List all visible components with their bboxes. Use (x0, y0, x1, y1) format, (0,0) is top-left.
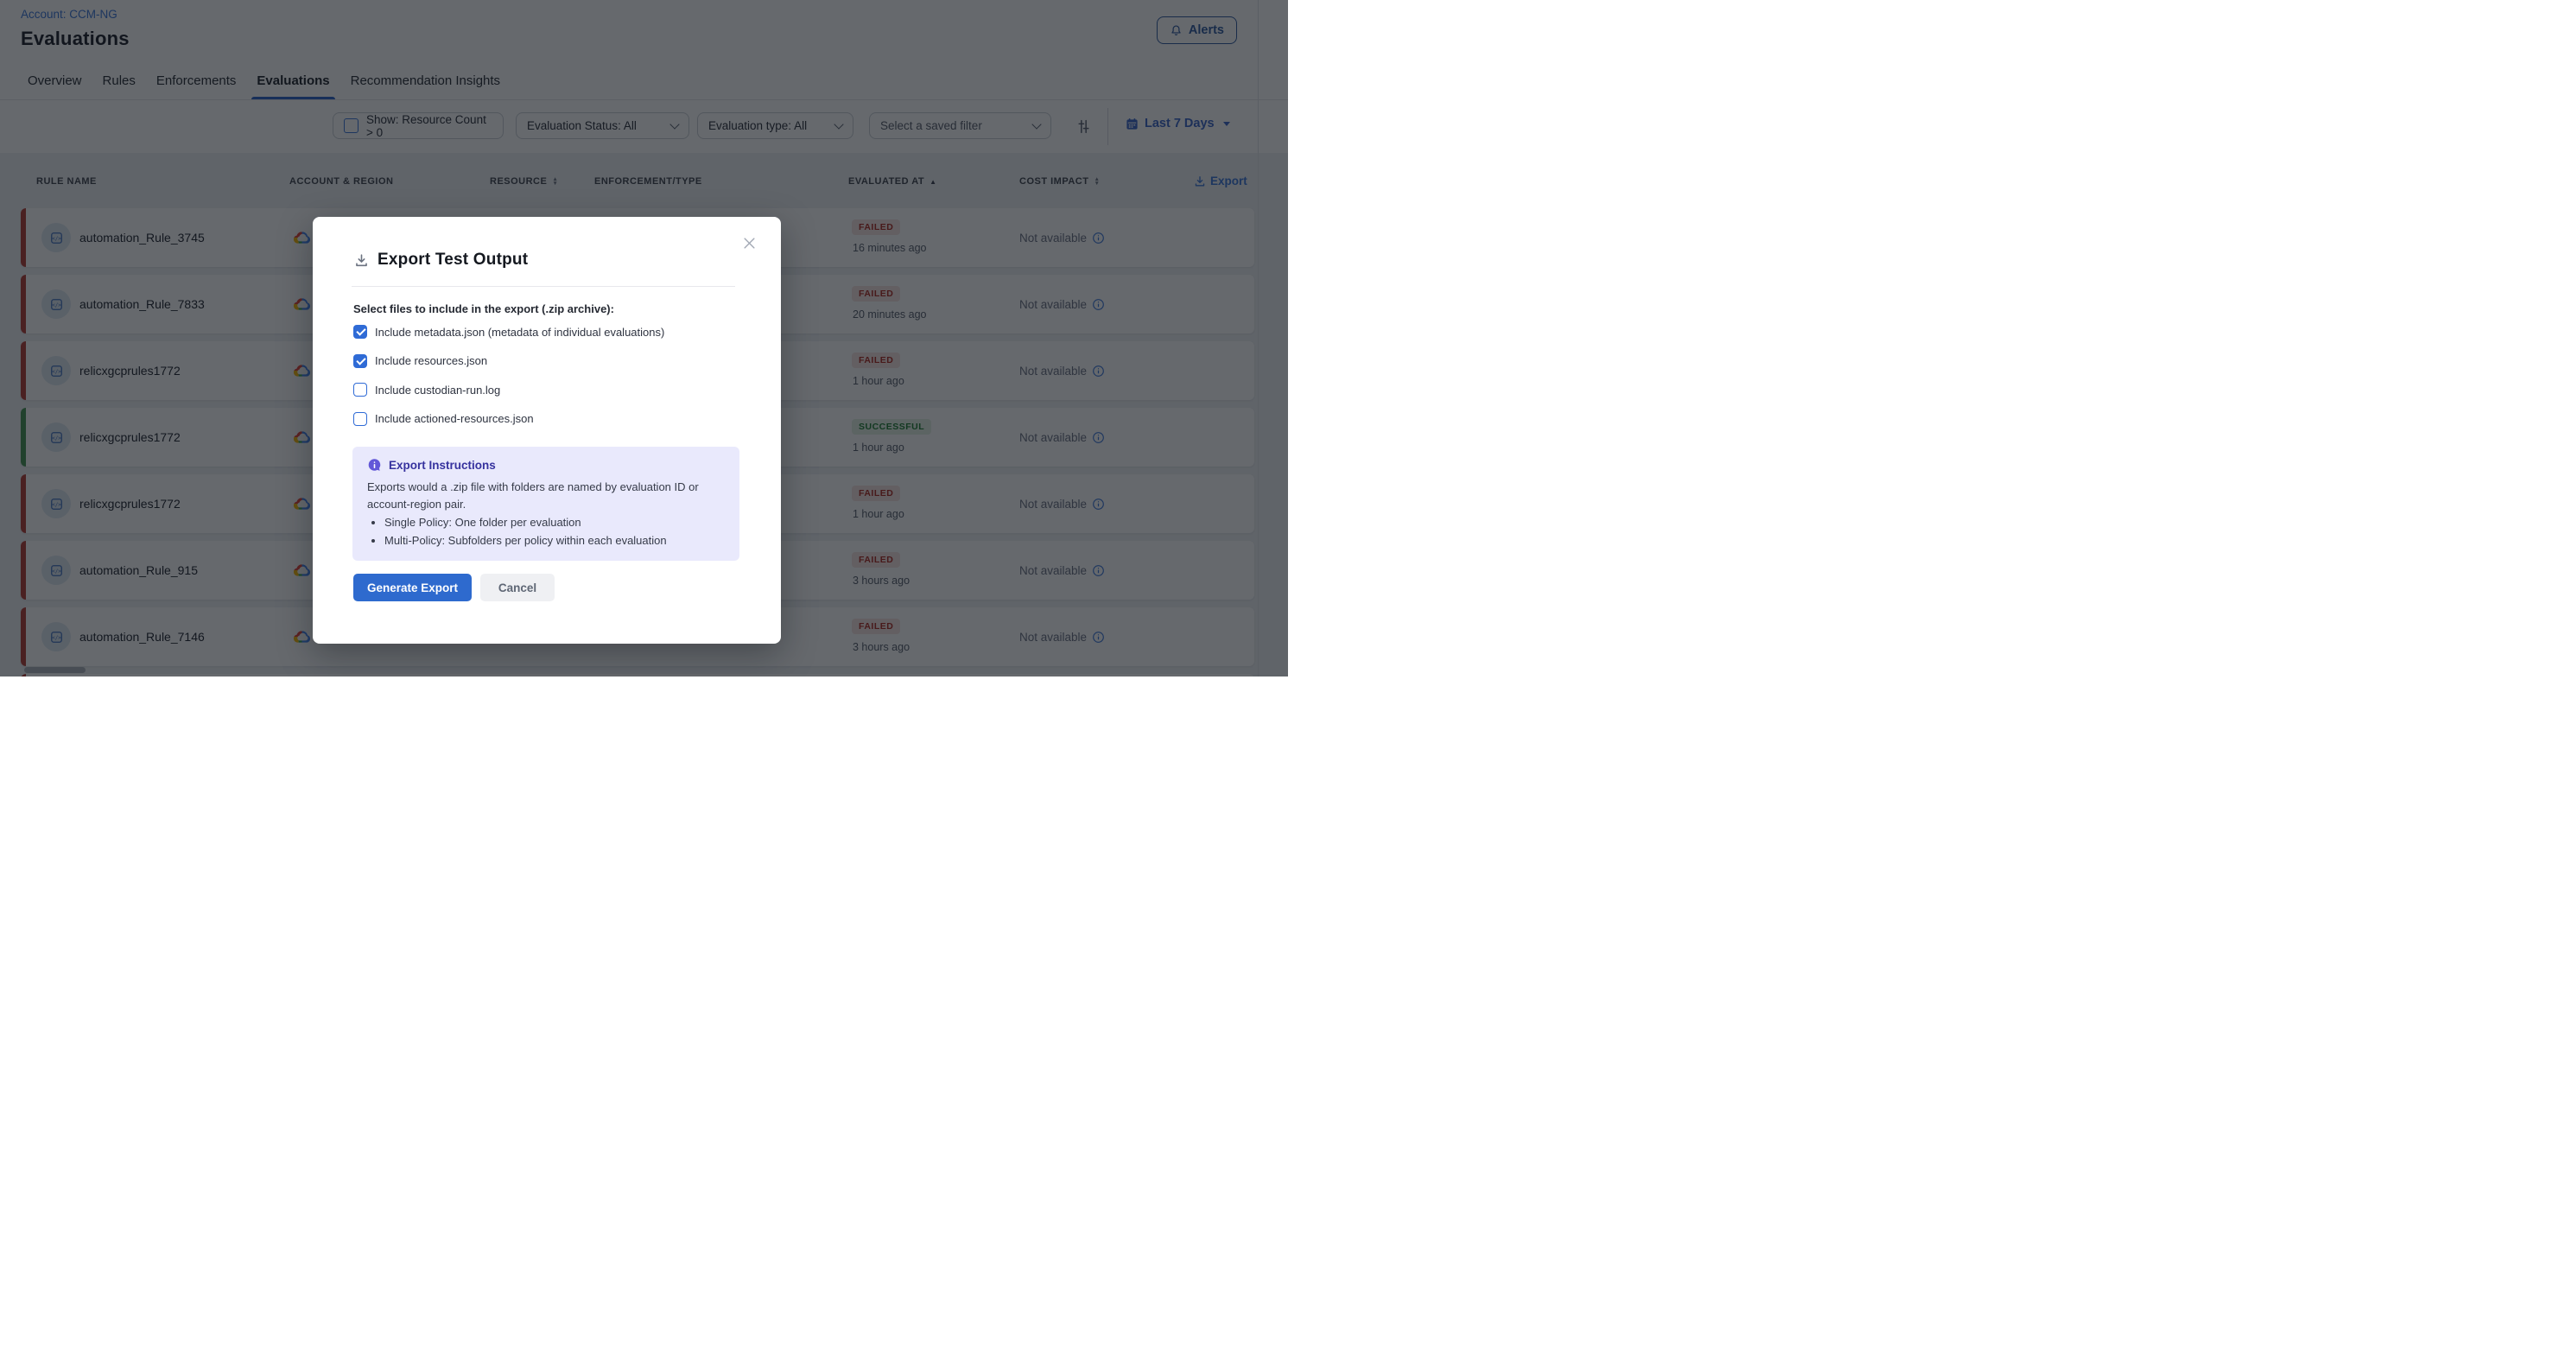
checkbox-icon[interactable] (353, 383, 367, 397)
checkbox-label: Include actioned-resources.json (375, 412, 534, 425)
generate-export-button[interactable]: Generate Export (353, 574, 472, 601)
checkbox-icon[interactable] (353, 412, 367, 426)
evaluations-page: Account: CCM-NG Evaluations Alerts Overv… (0, 0, 1288, 676)
download-icon (354, 253, 369, 268)
checkbox-include-resources[interactable]: Include resources.json (353, 354, 487, 368)
modal-title: Export Test Output (378, 251, 528, 270)
checkbox-label: Include custodian-run.log (375, 384, 500, 397)
checkbox-include-metadata[interactable]: Include metadata.json (metadata of indiv… (353, 325, 664, 339)
divider (352, 286, 735, 287)
export-instructions-box: Export Instructions Exports would a .zip… (352, 447, 739, 561)
export-instructions-body: Exports would a .zip file with folders a… (367, 480, 699, 511)
export-instructions-bullets: Single Policy: One folder per evaluation… (384, 514, 725, 549)
instruction-bullet: Single Policy: One folder per evaluation (384, 514, 725, 531)
checkbox-include-actioned-resources[interactable]: Include actioned-resources.json (353, 412, 534, 426)
cancel-button[interactable]: Cancel (480, 574, 555, 601)
close-icon[interactable] (743, 234, 760, 251)
export-instructions-title: Export Instructions (389, 459, 496, 472)
checkbox-icon[interactable] (353, 325, 367, 339)
select-files-label: Select files to include in the export (.… (353, 302, 614, 315)
checkbox-include-custodian-run-log[interactable]: Include custodian-run.log (353, 383, 500, 397)
instruction-bullet: Multi-Policy: Subfolders per policy with… (384, 532, 725, 549)
checkbox-label: Include metadata.json (metadata of indiv… (375, 326, 664, 339)
checkbox-label: Include resources.json (375, 354, 487, 367)
export-test-output-modal: Export Test Output Select files to inclu… (313, 217, 781, 644)
info-bubble-icon (367, 458, 382, 473)
checkbox-icon[interactable] (353, 354, 367, 368)
